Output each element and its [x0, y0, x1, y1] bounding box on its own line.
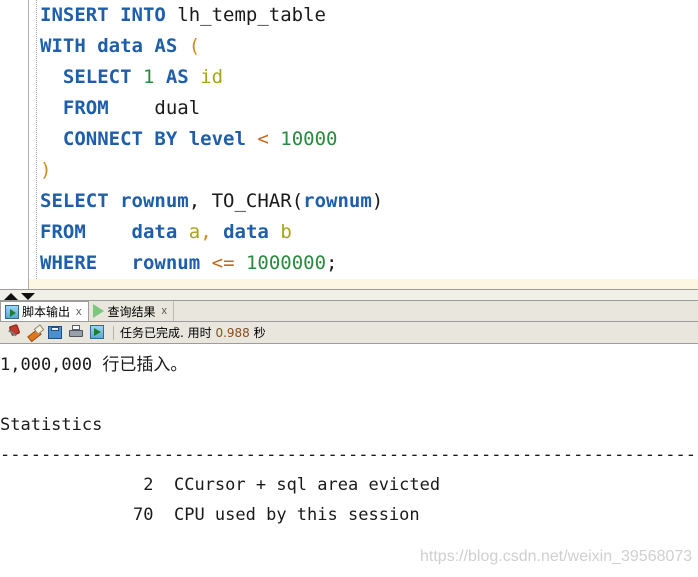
code-token: <: [257, 128, 269, 150]
code-token: rownum: [303, 190, 372, 212]
code-token: data: [223, 221, 269, 243]
script-output-body[interactable]: 1,000,000 行已插入。 Statistics --------------…: [0, 344, 698, 577]
code-token: ,: [200, 221, 224, 243]
code-token: dual: [108, 97, 201, 119]
code-token: AS: [165, 66, 189, 88]
output-tab-bar[interactable]: 脚本输出 x 查询结果 x: [0, 301, 698, 322]
sql-editor-pane[interactable]: INSERT INTO lh_temp_table WITH data AS ( …: [0, 0, 698, 289]
save-icon[interactable]: [46, 323, 65, 342]
code-token: ): [40, 159, 52, 181]
output-line: 1,000,000 行已插入。: [0, 355, 188, 375]
code-token: (: [188, 35, 201, 57]
code-line-current[interactable]: [29, 279, 698, 289]
status-elapsed: 0.988: [215, 326, 250, 340]
status-text: 任务已完成. 用时 0.988 秒: [120, 324, 266, 341]
code-token: SELECT: [40, 190, 121, 212]
code-token: (: [291, 190, 304, 212]
code-line[interactable]: CONNECT BY level < 10000: [29, 124, 698, 155]
code-token: data: [131, 221, 178, 243]
code-token: WHERE: [40, 252, 98, 274]
sql-code-area[interactable]: INSERT INTO lh_temp_table WITH data AS ( …: [29, 0, 698, 289]
tab-query-result-label: 查询结果: [107, 304, 156, 319]
tab-script-output-close-icon[interactable]: x: [76, 306, 82, 318]
pane-splitter[interactable]: [0, 289, 698, 301]
code-token: rownum: [120, 190, 189, 212]
code-token: rownum: [131, 252, 201, 274]
tab-script-output[interactable]: 脚本输出 x: [0, 301, 89, 321]
code-token: CONNECT BY level: [40, 128, 258, 150]
code-line[interactable]: WITH data AS (: [29, 31, 698, 62]
code-token: TO_CHAR: [211, 190, 292, 212]
output-separator: ----------------------------------------…: [0, 445, 698, 465]
code-token: FROM: [40, 97, 109, 119]
play-icon: [92, 304, 104, 318]
eraser-icon[interactable]: [25, 323, 44, 342]
code-token: ,: [188, 190, 212, 212]
output-line: Statistics: [0, 415, 103, 435]
code-token: 1: [142, 66, 155, 88]
output-toolbar[interactable]: 任务已完成. 用时 0.988 秒: [0, 322, 698, 344]
code-token: <=: [211, 252, 235, 274]
editor-gutter[interactable]: [0, 0, 29, 289]
tab-query-result[interactable]: 查询结果 x: [88, 301, 175, 321]
code-line[interactable]: INSERT INTO lh_temp_table: [29, 0, 698, 31]
output-line: 70 CPU used by this session: [0, 505, 420, 525]
code-token: INSERT INTO: [40, 4, 178, 26]
splitter-expand-up-icon[interactable]: [4, 293, 18, 300]
code-token: 10000: [280, 128, 338, 150]
code-token: WITH data AS: [40, 35, 189, 57]
run-script-icon[interactable]: [88, 323, 107, 342]
splitter-collapse-down-icon[interactable]: [21, 293, 35, 300]
tab-query-result-close-icon[interactable]: x: [162, 305, 168, 317]
code-line[interactable]: FROM data a, data b: [29, 217, 698, 248]
code-line[interactable]: FROM dual: [29, 93, 698, 124]
code-token: SELECT: [40, 66, 143, 88]
code-token: a: [188, 221, 201, 243]
script-output-icon: [5, 304, 19, 319]
code-line[interactable]: SELECT rownum, TO_CHAR(rownum): [29, 186, 698, 217]
code-token: id: [200, 66, 224, 88]
code-token: lh_temp_table: [177, 4, 326, 26]
code-token: b: [280, 221, 292, 243]
code-token: 1000000: [245, 252, 327, 274]
pin-icon[interactable]: [4, 323, 23, 342]
tab-script-output-label: 脚本输出: [22, 305, 71, 319]
code-line[interactable]: WHERE rownum <= 1000000;: [29, 248, 698, 279]
print-icon[interactable]: [67, 323, 86, 342]
status-prefix: 任务已完成. 用时: [120, 326, 216, 340]
status-suffix: 秒: [249, 326, 266, 340]
output-line: 2 CCursor + sql area evicted: [0, 475, 441, 495]
code-token: FROM: [40, 221, 86, 243]
code-line[interactable]: SELECT 1 AS id: [29, 62, 698, 93]
code-token: ;: [326, 252, 338, 274]
code-token: ): [371, 190, 384, 212]
toolbar-separator: [113, 325, 114, 340]
code-line[interactable]: ): [29, 155, 698, 186]
